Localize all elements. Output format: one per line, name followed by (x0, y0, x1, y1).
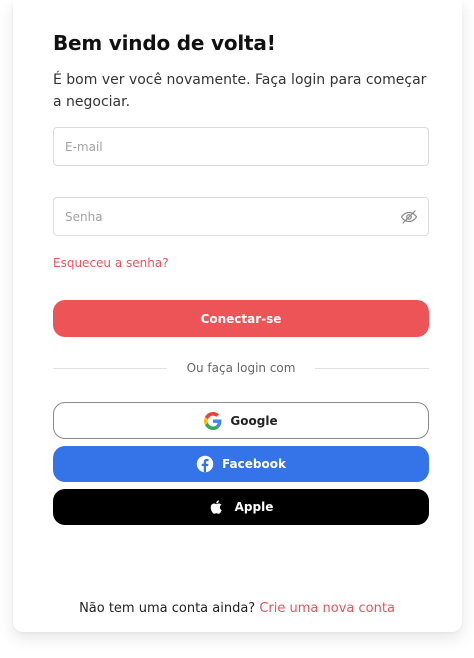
apple-button-label: Apple (234, 500, 274, 514)
google-icon (204, 411, 222, 430)
connect-button[interactable]: Conectar-se (53, 300, 429, 337)
social-divider: Ou faça login com (53, 359, 430, 377)
divider-label: Ou faça login com (186, 361, 296, 375)
login-page: Bem vindo de volta! É bom ver você novam… (0, 0, 474, 658)
divider-line-right (315, 367, 430, 369)
facebook-button-label: Facebook (222, 457, 286, 471)
google-button-label: Google (230, 413, 278, 428)
page-title: Bem vindo de volta! (53, 31, 276, 55)
forgot-password-link[interactable]: Esqueceu a senha? (53, 256, 169, 270)
facebook-login-button[interactable]: Facebook (53, 446, 429, 482)
email-input[interactable] (54, 128, 428, 165)
email-field[interactable] (53, 127, 429, 166)
eye-slash-icon[interactable] (400, 208, 418, 226)
apple-icon (209, 498, 227, 516)
signup-prompt-text: Não tem uma conta ainda? (79, 601, 256, 616)
apple-login-button[interactable]: Apple (53, 489, 429, 525)
password-field[interactable] (53, 197, 429, 236)
create-account-link[interactable]: Crie uma nova conta (259, 601, 395, 616)
facebook-icon (196, 455, 214, 473)
divider-line-left (53, 367, 167, 369)
password-input[interactable] (54, 198, 428, 235)
signup-prompt: Não tem uma conta ainda? Crie uma nova c… (0, 601, 474, 616)
page-subtitle: É bom ver você novamente. Faça login par… (53, 72, 427, 110)
connect-button-label: Conectar-se (200, 311, 282, 326)
google-login-button[interactable]: Google (53, 402, 429, 439)
